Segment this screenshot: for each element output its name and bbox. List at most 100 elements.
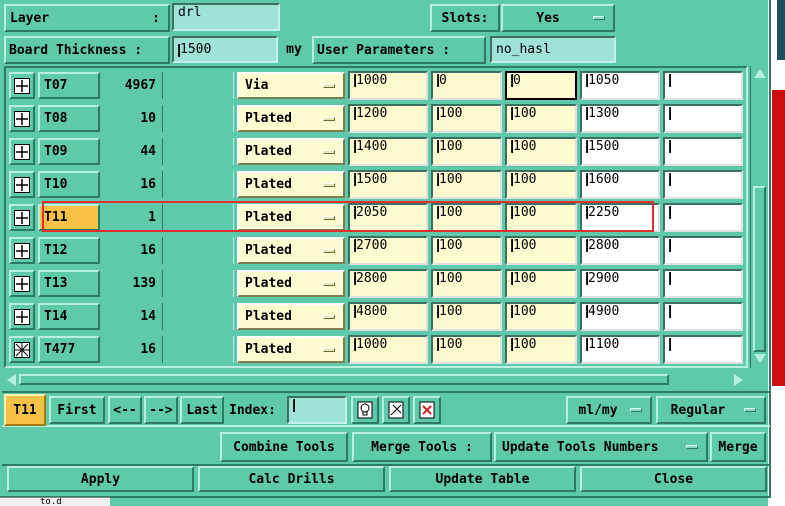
row-select-button[interactable] [9, 237, 35, 264]
hole-type-dropdown[interactable]: Plated [237, 237, 345, 264]
close-button[interactable]: Close [580, 466, 767, 492]
slots-dropdown[interactable]: Yes [501, 4, 615, 32]
finished-size-field[interactable]: 1300 [580, 104, 660, 133]
drill-size-field[interactable]: 2700 [348, 236, 428, 265]
next-button[interactable]: --> [144, 396, 178, 424]
finished-size-field[interactable]: 2250 [580, 203, 660, 232]
finished-size-field[interactable]: 1100 [580, 335, 660, 364]
finished-size-field[interactable]: 4900 [580, 302, 660, 331]
hole-type-dropdown[interactable]: Plated [237, 204, 345, 231]
finished-size-field[interactable]: 1050 [580, 71, 660, 100]
row-select-button[interactable] [9, 171, 35, 198]
tolerance-minus-field[interactable]: 100 [505, 104, 577, 133]
extra-field[interactable] [663, 203, 743, 232]
tool-name-button[interactable]: T07 [38, 72, 100, 99]
hole-type-dropdown[interactable]: Via [237, 72, 345, 99]
hole-type-dropdown[interactable]: Plated [237, 336, 345, 363]
row-select-button[interactable] [9, 270, 35, 297]
hole-type-dropdown[interactable]: Plated [237, 105, 345, 132]
tolerance-plus-field[interactable]: 100 [431, 269, 502, 298]
tool-name-button[interactable]: T09 [38, 138, 100, 165]
units-dropdown[interactable]: ml/my [566, 396, 652, 424]
calc-drills-button[interactable]: Calc Drills [198, 466, 385, 492]
tolerance-minus-field[interactable]: 100 [505, 203, 577, 232]
finished-size-field[interactable]: 2800 [580, 236, 660, 265]
tolerance-plus-field[interactable]: 100 [431, 335, 502, 364]
drill-size-field[interactable]: 1500 [348, 170, 428, 199]
prev-button[interactable]: <-- [108, 396, 142, 424]
extra-field[interactable] [663, 137, 743, 166]
user-params-input[interactable]: no_hasl [490, 36, 616, 63]
last-button[interactable]: Last [180, 396, 224, 424]
hole-type-dropdown[interactable]: Plated [237, 303, 345, 330]
scroll-right-arrow-icon[interactable] [734, 374, 743, 386]
row-select-button[interactable] [9, 72, 35, 99]
bulb-button[interactable] [351, 396, 379, 424]
scroll-down-arrow-icon[interactable] [754, 354, 766, 363]
mode-dropdown[interactable]: Regular [656, 396, 766, 424]
tolerance-minus-field[interactable]: 100 [505, 137, 577, 166]
tool-name-button[interactable]: T13 [38, 270, 100, 297]
hscroll-thumb[interactable] [19, 374, 669, 385]
row-select-button[interactable] [9, 138, 35, 165]
tool-name-button[interactable]: T477 [38, 336, 100, 363]
row-select-button[interactable] [9, 303, 35, 330]
vertical-scrollbar[interactable] [750, 66, 768, 368]
tolerance-minus-field[interactable]: 100 [505, 170, 577, 199]
extra-field[interactable] [663, 335, 743, 364]
tolerance-plus-field[interactable]: 100 [431, 302, 502, 331]
hole-type-dropdown[interactable]: Plated [237, 171, 345, 198]
tolerance-minus-field[interactable]: 100 [505, 335, 577, 364]
extra-field[interactable] [663, 170, 743, 199]
scrollbar-thumb[interactable] [753, 186, 766, 352]
drill-size-field[interactable]: 1200 [348, 104, 428, 133]
extra-field[interactable] [663, 269, 743, 298]
merge-button[interactable]: Merge [710, 432, 766, 462]
tool-name-button[interactable]: T12 [38, 237, 100, 264]
finished-size-field[interactable]: 1600 [580, 170, 660, 199]
drill-size-field[interactable]: 1400 [348, 137, 428, 166]
tolerance-plus-field[interactable]: 100 [431, 170, 502, 199]
hole-type-dropdown[interactable]: Plated [237, 270, 345, 297]
tolerance-minus-field[interactable]: 0 [505, 71, 577, 100]
tool-name-button[interactable]: T08 [38, 105, 100, 132]
scroll-left-arrow-icon[interactable] [7, 374, 16, 386]
layer-input[interactable]: drl [172, 3, 280, 31]
drill-size-field[interactable]: 1000 [348, 335, 428, 364]
tool-name-button[interactable]: T14 [38, 303, 100, 330]
apply-button[interactable]: Apply [7, 466, 194, 492]
tolerance-minus-field[interactable]: 100 [505, 236, 577, 265]
first-button[interactable]: First [49, 396, 105, 424]
tolerance-minus-field[interactable]: 100 [505, 269, 577, 298]
drill-button[interactable] [382, 396, 410, 424]
tolerance-plus-field[interactable]: 100 [431, 137, 502, 166]
delete-button[interactable] [413, 396, 441, 424]
drill-size-field[interactable]: 2800 [348, 269, 428, 298]
tool-name-button[interactable]: T11 [38, 204, 100, 231]
thickness-input[interactable]: 1500 [172, 36, 278, 63]
tolerance-plus-field[interactable]: 0 [431, 71, 502, 100]
row-select-button[interactable] [9, 105, 35, 132]
drill-size-field[interactable]: 4800 [348, 302, 428, 331]
scroll-up-arrow-icon[interactable] [754, 69, 766, 78]
row-select-button[interactable] [9, 336, 35, 363]
update-tools-numbers-dropdown[interactable]: Update Tools Numbers [494, 432, 708, 462]
drill-size-field[interactable]: 2050 [348, 203, 428, 232]
tolerance-plus-field[interactable]: 100 [431, 104, 502, 133]
row-select-button[interactable] [9, 204, 35, 231]
hole-type-dropdown[interactable]: Plated [237, 138, 345, 165]
index-input[interactable] [287, 396, 347, 424]
extra-field[interactable] [663, 104, 743, 133]
tolerance-plus-field[interactable]: 100 [431, 203, 502, 232]
finished-size-field[interactable]: 2900 [580, 269, 660, 298]
tolerance-minus-field[interactable]: 100 [505, 302, 577, 331]
drill-size-field[interactable]: 1000 [348, 71, 428, 100]
finished-size-field[interactable]: 1500 [580, 137, 660, 166]
update-table-button[interactable]: Update Table [389, 466, 576, 492]
tolerance-plus-field[interactable]: 100 [431, 236, 502, 265]
tool-name-button[interactable]: T10 [38, 171, 100, 198]
extra-field[interactable] [663, 302, 743, 331]
combine-tools-button[interactable]: Combine Tools [220, 432, 348, 462]
extra-field[interactable] [663, 71, 743, 100]
horizontal-scrollbar[interactable] [4, 372, 748, 388]
